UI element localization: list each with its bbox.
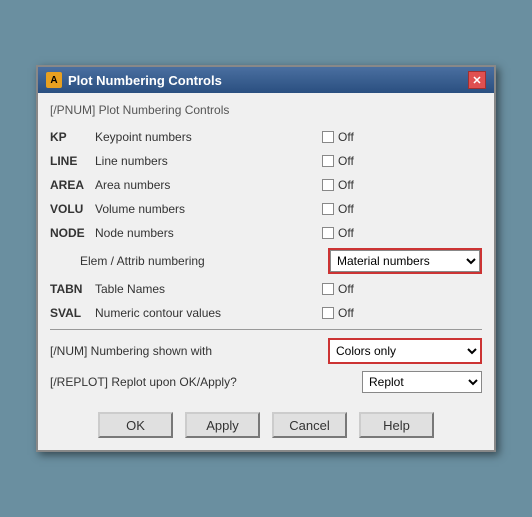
- numbering-select-wrap: No numbering Colors only Numbers only Co…: [328, 338, 482, 364]
- sval-code: SVAL: [50, 306, 95, 320]
- node-code: NODE: [50, 226, 95, 240]
- button-row: OK Apply Cancel Help: [50, 406, 482, 438]
- area-off-label: Off: [338, 178, 354, 192]
- area-label: Area numbers: [95, 178, 322, 192]
- node-off-label: Off: [338, 226, 354, 240]
- volu-checkbox[interactable]: [322, 203, 334, 215]
- main-window: A Plot Numbering Controls ✕ [/PNUM] Plot…: [36, 65, 496, 452]
- close-button[interactable]: ✕: [468, 71, 486, 89]
- numbering-label: [/NUM] Numbering shown with: [50, 344, 328, 358]
- sval-off-label: Off: [338, 306, 354, 320]
- volu-label: Volume numbers: [95, 202, 322, 216]
- dialog-content: [/PNUM] Plot Numbering Controls KP Keypo…: [38, 93, 494, 450]
- line-checkbox[interactable]: [322, 155, 334, 167]
- elem-label: Elem / Attrib numbering: [80, 254, 328, 268]
- help-button[interactable]: Help: [359, 412, 434, 438]
- volu-off-label: Off: [338, 202, 354, 216]
- title-bar-left: A Plot Numbering Controls: [46, 72, 222, 88]
- cancel-button[interactable]: Cancel: [272, 412, 347, 438]
- line-row: LINE Line numbers Off: [50, 149, 482, 173]
- area-code: AREA: [50, 178, 95, 192]
- kp-off-label: Off: [338, 130, 354, 144]
- tabn-code: TABN: [50, 282, 95, 296]
- volu-row: VOLU Volume numbers Off: [50, 197, 482, 221]
- replot-select[interactable]: Replot Do not replot: [362, 371, 482, 393]
- app-icon: A: [46, 72, 62, 88]
- sval-label: Numeric contour values: [95, 306, 322, 320]
- tabn-row: TABN Table Names Off: [50, 277, 482, 301]
- tabn-checkbox[interactable]: [322, 283, 334, 295]
- title-bar: A Plot Numbering Controls ✕: [38, 67, 494, 93]
- kp-row: KP Keypoint numbers Off: [50, 125, 482, 149]
- sval-row: SVAL Numeric contour values Off: [50, 301, 482, 325]
- node-checkbox[interactable]: [322, 227, 334, 239]
- area-row: AREA Area numbers Off: [50, 173, 482, 197]
- replot-row: [/REPLOT] Replot upon OK/Apply? Replot D…: [50, 368, 482, 396]
- kp-control: Off: [322, 130, 482, 144]
- apply-button[interactable]: Apply: [185, 412, 260, 438]
- tabn-label: Table Names: [95, 282, 322, 296]
- kp-code: KP: [50, 130, 95, 144]
- sval-checkbox[interactable]: [322, 307, 334, 319]
- tabn-off-label: Off: [338, 282, 354, 296]
- line-control: Off: [322, 154, 482, 168]
- material-select[interactable]: No numbering Material numbers Element ty…: [330, 250, 480, 272]
- kp-label: Keypoint numbers: [95, 130, 322, 144]
- replot-label: [/REPLOT] Replot upon OK/Apply?: [50, 375, 362, 389]
- area-control: Off: [322, 178, 482, 192]
- node-label: Node numbers: [95, 226, 322, 240]
- window-title: Plot Numbering Controls: [68, 73, 222, 88]
- line-code: LINE: [50, 154, 95, 168]
- sval-control: Off: [322, 306, 482, 320]
- volu-code: VOLU: [50, 202, 95, 216]
- volu-control: Off: [322, 202, 482, 216]
- kp-checkbox[interactable]: [322, 131, 334, 143]
- numbering-row: [/NUM] Numbering shown with No numbering…: [50, 334, 482, 368]
- area-checkbox[interactable]: [322, 179, 334, 191]
- material-select-wrap: No numbering Material numbers Element ty…: [328, 248, 482, 274]
- numbering-select[interactable]: No numbering Colors only Numbers only Co…: [330, 340, 480, 362]
- line-off-label: Off: [338, 154, 354, 168]
- line-label: Line numbers: [95, 154, 322, 168]
- elem-row: Elem / Attrib numbering No numbering Mat…: [50, 245, 482, 277]
- ok-button[interactable]: OK: [98, 412, 173, 438]
- divider-1: [50, 329, 482, 330]
- node-row: NODE Node numbers Off: [50, 221, 482, 245]
- node-control: Off: [322, 226, 482, 240]
- section-header: [/PNUM] Plot Numbering Controls: [50, 101, 482, 119]
- tabn-control: Off: [322, 282, 482, 296]
